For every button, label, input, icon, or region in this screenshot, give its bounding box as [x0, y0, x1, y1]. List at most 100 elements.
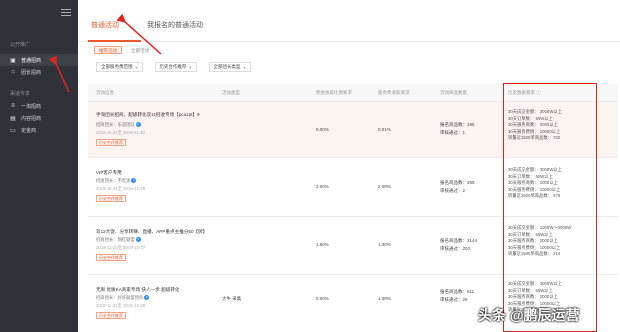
approved-count: 审核通过：1 — [440, 130, 466, 135]
column-header: 服务费收取要求 — [378, 90, 410, 95]
condition-line: 30天成交金额： 3000W以上 — [508, 109, 562, 114]
table-row[interactable]: VIP客户专用 招商团长：不吃饭 v 2019-11-24至 2019-12-29… — [88, 158, 618, 217]
condition-line: 30天服务商数： 2000以上 — [508, 122, 558, 128]
sidebar-item-normal-recruit[interactable]: ▣ 普通招商 — [0, 54, 78, 66]
history-coop-button[interactable]: 历史合作推荐 — [96, 254, 126, 261]
sidebar: 公开推广 ▣ 普通招商 ⌂ 团长招商 渠道专享 ≡ 一淘招商 ▤ 内容招商 ▭ … — [0, 0, 78, 332]
activity-date: 2019-11-25至 2019-12-27 — [96, 245, 146, 250]
table-row[interactable]: 手淘团长招商，超级转化双11招收专场【pcuzpt】9 招商团长：乐途团队 v 2… — [88, 102, 618, 158]
chevron-down-icon: ▾ — [189, 64, 192, 70]
verified-icon: v — [135, 122, 141, 128]
watermark: 头条 @鹏辰运营 — [478, 307, 580, 323]
service-fee-rate: 1.00% — [378, 296, 391, 301]
history-coop-label: 历史合作推荐 — [96, 254, 126, 261]
column-header: 活动信息 — [96, 90, 114, 95]
condition-line: 30天成交金额： 3000W以上 — [508, 281, 562, 286]
history-coop-label: 历史合作推荐 — [96, 312, 126, 319]
approved-count: 审核通过：26 — [440, 297, 468, 302]
approved-count: 审核通过：203 — [440, 246, 471, 251]
tab-active-indicator — [88, 40, 141, 42]
history-cooperation-select[interactable]: 历史合作推荐 ▾ — [154, 62, 197, 72]
activity-leader: 招商团长：好好联盟团队 v — [96, 295, 150, 301]
activity-leader: 招商团长：网红联盟 v — [96, 237, 141, 243]
sidebar-item-leader-recruit[interactable]: ⌂ 团长招商 — [0, 66, 78, 78]
filter-bar: 全部服务费范围 ▾ 历史合作推荐 ▾ 全部团长类型 ▾ — [96, 62, 263, 72]
select-value: 历史合作推荐 — [159, 64, 187, 69]
history-coop-label: 历史合作推荐 — [96, 195, 126, 202]
service-fee-rate: 2.00% — [378, 184, 391, 189]
history-conditions: 30天成交金额： 1000W～3000W 30天订单数： 50W以上 30天服务… — [508, 225, 571, 258]
activity-leader: 招商团长：乐途团队 v — [96, 122, 141, 128]
sidebar-item-label: 定金商 — [21, 127, 37, 134]
condition-line: 30天服务商数： 2000以上 — [508, 180, 558, 186]
list-icon: ≡ — [11, 103, 15, 109]
goods-count: 报名商品数：511 — [440, 289, 475, 294]
subtab-bar: 推荐活动 全部活动 — [94, 46, 154, 54]
leader-type-select[interactable]: 全部团长类型 ▾ — [208, 62, 251, 72]
service-fee-range-select[interactable]: 全部服务费范围 ▾ — [96, 62, 143, 72]
goods-count: 报名商品数：195 — [440, 122, 475, 127]
column-header: 历史数据要求 ⓘ — [508, 90, 541, 95]
condition-line: 转量近1500单商品数： 702 — [508, 135, 561, 141]
verified-icon: v — [131, 178, 137, 184]
leader-name: 招商团长：网红联盟 — [96, 237, 135, 242]
condition-line: 30天成交金额： 1000W～3000W — [508, 225, 572, 230]
table-header: 活动信息 活动类型 佣金收取比例要求 服务费收取要求 活动商品数量 历史数据要求… — [88, 84, 618, 102]
sidebar-item-deposit[interactable]: ▭ 定金商 — [0, 124, 78, 136]
activity-title[interactable]: 无限 优质KA商家专场 快人一步 超级转化 — [96, 287, 179, 293]
column-header: 活动商品数量 — [440, 90, 467, 95]
column-header: 活动类型 — [222, 90, 240, 95]
commission-rate: 5.00% — [316, 127, 329, 132]
activity-title[interactable]: VIP客户专用 — [96, 170, 122, 176]
sidebar-section-channel: 渠道专享 — [10, 91, 31, 97]
history-coop-button[interactable]: 历史合作推荐 — [96, 139, 126, 146]
main-panel: 普通活动 我报名的普通活动 推荐活动 全部活动 全部服务费范围 ▾ 历史合作推荐 ▾… — [78, 0, 620, 332]
storefront-icon: ▣ — [10, 57, 16, 64]
sidebar-item-label: 普通招商 — [21, 57, 42, 64]
condition-line: 30天服务商数： 2000以上 — [508, 238, 558, 244]
goods-count: 报名商品数：255 — [440, 180, 475, 185]
wallet-icon: ▭ — [10, 127, 16, 134]
commission-rate: 1.50% — [316, 242, 329, 247]
menu-toggle-icon[interactable] — [61, 9, 71, 16]
commission-rate: 2.00% — [316, 184, 329, 189]
commission-rate: 5.00% — [316, 296, 329, 301]
sidebar-section-public: 公开推广 — [10, 42, 31, 48]
service-fee-rate: 0.01% — [378, 127, 391, 132]
goods-count: 报名商品数：2144 — [440, 238, 478, 243]
sidebar-item-label: 团长招商 — [21, 69, 42, 76]
verified-icon: v — [144, 295, 150, 301]
chevron-down-icon: ▾ — [135, 64, 138, 70]
history-coop-button[interactable]: 历史合作推荐 — [96, 195, 126, 202]
sidebar-item-content[interactable]: ▤ 内容招商 — [0, 112, 78, 124]
sidebar-item-label: 一淘招商 — [21, 103, 42, 110]
history-coop-label: 历史合作推荐 — [96, 139, 126, 146]
activity-title[interactable]: 手淘团长招商，超级转化双11招收专场【pcuzpt】9 — [96, 112, 200, 118]
leader-name: 招商团长：不吃饭 — [96, 178, 131, 183]
sidebar-item-yitao[interactable]: ≡ 一淘招商 — [0, 100, 78, 112]
subtab-recommended[interactable]: 推荐活动 — [94, 46, 122, 54]
activity-date: 2019-11-24至 2019-11-30 — [96, 130, 145, 135]
tab-my-registered[interactable]: 我报名的普通活动 — [147, 20, 203, 30]
condition-line: 30天成交金额： 3000W以上 — [508, 167, 562, 172]
verified-icon: v — [135, 237, 141, 243]
leader-name: 招商团长：好好联盟团队 — [96, 295, 144, 300]
activity-date: 2019-11-21至 2019-12-29 — [96, 303, 146, 308]
approved-count: 审核通过：2 — [440, 188, 466, 193]
column-header: 佣金收取比例要求 — [316, 90, 352, 95]
leader-name: 招商团长：乐途团队 — [96, 122, 135, 127]
condition-line: 转量近1500单商品数： 479 — [508, 193, 561, 199]
subtab-all[interactable]: 全部活动 — [126, 46, 154, 54]
sidebar-item-label: 内容招商 — [21, 115, 42, 122]
activity-title[interactable]: 双12大促、分享转赚、直播、APP重点主推分50【牌】 — [96, 229, 207, 235]
document-icon: ▤ — [10, 115, 16, 122]
activity-leader: 招商团长：不吃饭 v — [96, 178, 137, 184]
table-row[interactable]: 双12大促、分享转赚、直播、APP重点主推分50【牌】 招商团长：网红联盟 v 2… — [88, 217, 618, 275]
history-coop-button[interactable]: 历史合作推荐 — [96, 312, 126, 319]
select-value: 全部服务费范围 — [101, 64, 133, 69]
history-conditions: 30天成交金额： 3000W以上 30天订单数： 50W以上 30天服务商数： … — [508, 109, 562, 142]
activity-table: 活动信息 活动类型 佣金收取比例要求 服务费收取要求 活动商品数量 历史数据要求… — [88, 84, 618, 332]
tab-bar: 普通活动 我报名的普通活动 — [78, 0, 620, 42]
tab-normal-activity[interactable]: 普通活动 — [91, 20, 119, 30]
chevron-down-icon: ▾ — [243, 64, 246, 70]
